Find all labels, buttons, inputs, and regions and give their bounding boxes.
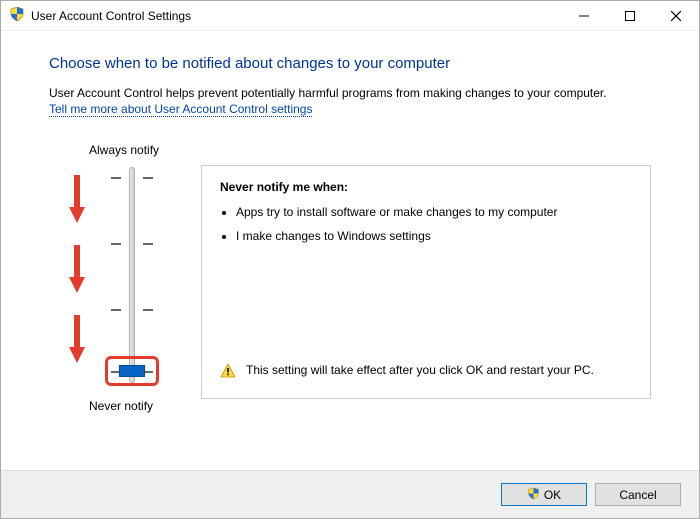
learn-more-link[interactable]: Tell me more about User Account Control …: [49, 102, 312, 117]
content-area: Choose when to be notified about changes…: [1, 31, 699, 470]
panel-warning: This setting will take effect after you …: [220, 362, 632, 382]
slider-tick: [111, 243, 121, 245]
uac-window: User Account Control Settings Choose whe…: [0, 0, 700, 519]
cancel-button-label: Cancel: [619, 488, 656, 502]
uac-shield-icon: [527, 487, 540, 503]
window-title: User Account Control Settings: [31, 9, 561, 23]
warning-icon: [220, 363, 236, 382]
page-heading: Choose when to be notified about changes…: [49, 55, 651, 72]
panel-bullet: Apps try to install software or make cha…: [236, 204, 632, 220]
slider-tick: [143, 309, 153, 311]
slider-track[interactable]: [129, 167, 135, 383]
slider-bottom-label: Never notify: [89, 399, 153, 413]
notify-description-panel: Never notify me when: Apps try to instal…: [201, 165, 651, 399]
minimize-button[interactable]: [561, 1, 607, 30]
panel-title: Never notify me when:: [220, 180, 632, 194]
annotation-arrow-icon: [69, 243, 85, 298]
ok-button-label: OK: [544, 488, 561, 502]
panel-warning-text: This setting will take effect after you …: [246, 362, 594, 378]
ok-button[interactable]: OK: [501, 483, 587, 506]
dialog-buttons: OK Cancel: [1, 470, 699, 518]
close-button[interactable]: [653, 1, 699, 30]
annotation-arrow-icon: [69, 313, 85, 368]
uac-shield-icon: [9, 6, 25, 25]
slider-tick: [143, 243, 153, 245]
maximize-button[interactable]: [607, 1, 653, 30]
slider-top-label: Always notify: [89, 143, 159, 157]
titlebar: User Account Control Settings: [1, 1, 699, 31]
window-controls: [561, 1, 699, 30]
panel-bullet-list: Apps try to install software or make cha…: [236, 204, 632, 244]
slider-tick: [111, 177, 121, 179]
slider-tick: [143, 177, 153, 179]
page-description: User Account Control helps prevent poten…: [49, 86, 651, 100]
panel-bullet: I make changes to Windows settings: [236, 228, 632, 244]
slider-tick: [111, 309, 121, 311]
cancel-button[interactable]: Cancel: [595, 483, 681, 506]
annotation-highlight-box: [105, 356, 159, 386]
annotation-arrow-icon: [69, 173, 85, 228]
